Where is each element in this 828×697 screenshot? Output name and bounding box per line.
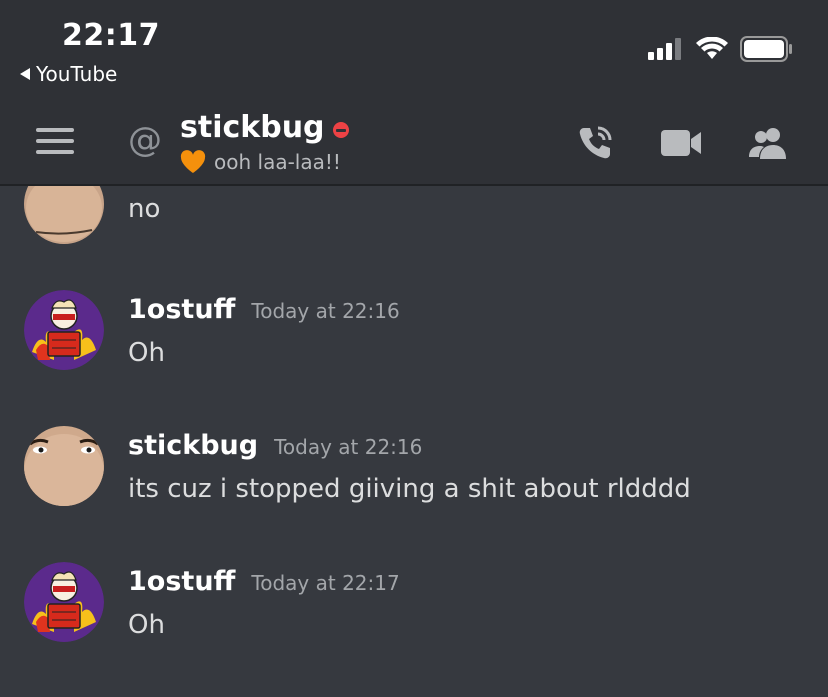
message-text: no [128, 194, 161, 224]
message-item: stickbug Today at 22:16 its cuz i stopped… [0, 426, 828, 516]
signal-icon [648, 38, 681, 60]
avatar[interactable] [24, 562, 104, 642]
message-text: its cuz i stopped giiving a shit about r… [128, 474, 691, 504]
message-list[interactable]: no 1ostuff Today at 22:16 Oh stickbug To… [0, 186, 828, 697]
channel-header: @ stickbug ooh laa-laa!! [0, 106, 828, 186]
dnd-status-icon [332, 121, 349, 138]
message-timestamp: Today at 22:16 [251, 299, 400, 323]
avatar[interactable] [24, 186, 104, 244]
header-actions [576, 124, 790, 162]
author-name: 1ostuff [128, 566, 236, 597]
message-item: 1ostuff Today at 22:16 Oh [0, 290, 828, 380]
message-text: Oh [128, 338, 165, 368]
system-icons [648, 36, 794, 62]
back-arrow-icon [20, 68, 30, 80]
message-author[interactable]: stickbug Today at 22:16 [128, 430, 422, 461]
author-name: 1ostuff [128, 294, 236, 325]
members-icon[interactable] [748, 126, 790, 160]
back-app-label: YouTube [36, 62, 118, 86]
message-timestamp: Today at 22:16 [274, 435, 423, 459]
dm-title[interactable]: stickbug [180, 110, 349, 145]
back-to-app-link[interactable]: YouTube [20, 62, 117, 86]
battery-icon [740, 36, 792, 62]
message-author[interactable]: 1ostuff Today at 22:17 [128, 566, 400, 597]
video-call-icon[interactable] [660, 128, 702, 158]
voice-call-icon[interactable] [576, 124, 614, 162]
message-text: Oh [128, 610, 165, 640]
hamburger-menu-icon[interactable] [36, 128, 74, 158]
wifi-icon [696, 37, 728, 59]
message-author[interactable]: 1ostuff Today at 22:16 [128, 294, 400, 325]
orange-heart-icon [180, 150, 206, 173]
message-timestamp: Today at 22:17 [251, 571, 400, 595]
clock: 22:17 [62, 18, 160, 53]
message-item: no [0, 186, 828, 256]
avatar[interactable] [24, 290, 104, 370]
custom-status: ooh laa-laa!! [180, 150, 341, 174]
at-icon: @ [128, 120, 162, 160]
status-text: ooh laa-laa!! [214, 150, 341, 174]
status-bar: 22:17 YouTube [0, 0, 828, 106]
avatar[interactable] [24, 426, 104, 506]
channel-name: stickbug [180, 110, 325, 145]
author-name: stickbug [128, 430, 259, 461]
message-item: 1ostuff Today at 22:17 Oh [0, 562, 828, 652]
